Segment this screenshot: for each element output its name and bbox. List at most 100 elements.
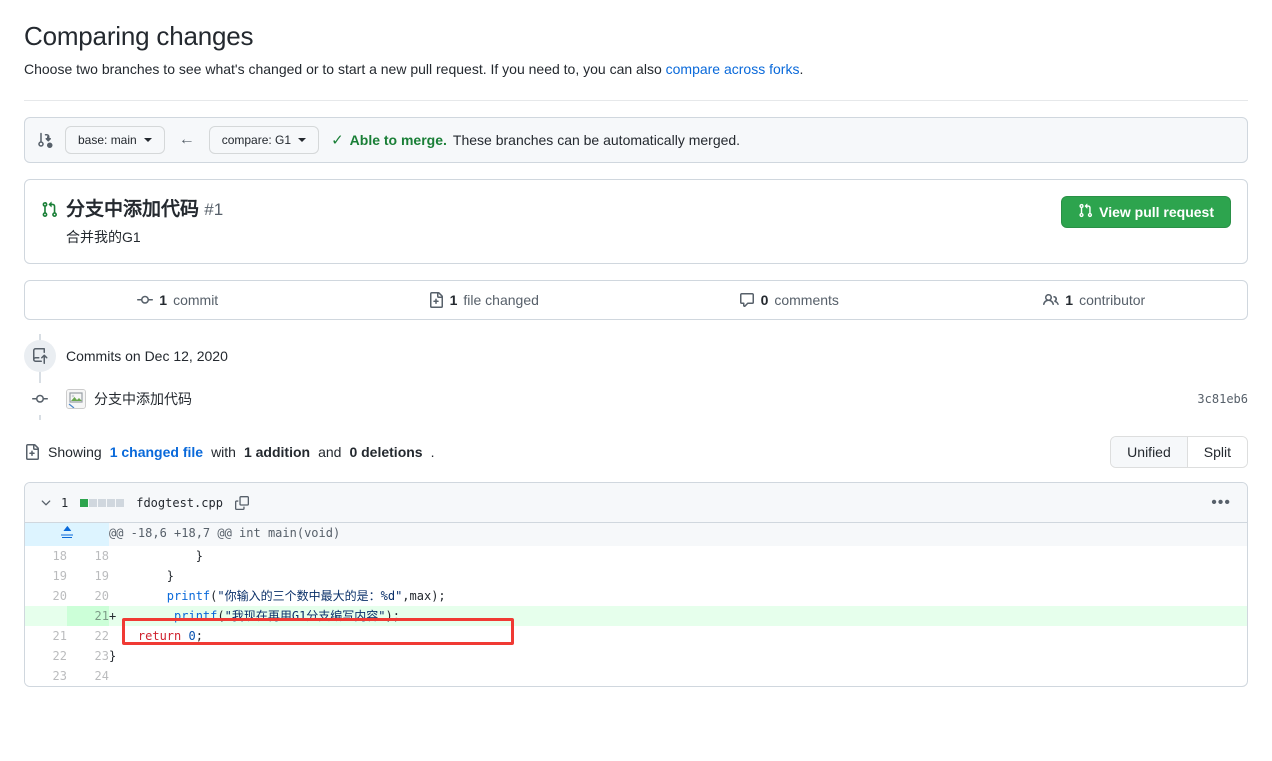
line-number-old[interactable]: 19 <box>25 566 67 587</box>
line-number-old[interactable]: 18 <box>25 546 67 567</box>
merge-status-text: These branches can be automatically merg… <box>452 131 741 148</box>
compare-across-forks-link[interactable]: compare across forks <box>666 61 800 77</box>
commit-message-link[interactable]: 分支中添加代码 <box>94 389 192 409</box>
line-number-new[interactable]: 24 <box>67 666 109 687</box>
stat-contributors[interactable]: 1 contributor <box>942 292 1248 308</box>
diff-row: 18 18 } <box>25 546 1247 567</box>
compare-branch-label: compare: G1 <box>221 132 292 147</box>
git-pull-request-icon <box>41 201 58 223</box>
line-number-new[interactable]: 18 <box>67 546 109 567</box>
showing-and: and <box>318 444 342 461</box>
comparing-changes-page: Comparing changes Choose two branches to… <box>0 0 1272 761</box>
people-icon <box>1043 292 1060 308</box>
unified-view-button[interactable]: Unified <box>1111 437 1187 468</box>
stat-files-changed[interactable]: 1 file changed <box>331 292 637 309</box>
diff-body: @@ -18,6 +18,7 @@ int main(void) 18 18 }… <box>25 523 1247 687</box>
line-number-old[interactable] <box>25 606 67 627</box>
check-icon: ✓ <box>331 131 344 149</box>
line-number-old[interactable]: 20 <box>25 586 67 607</box>
commit-sha[interactable]: 3c81eb6 <box>1197 392 1248 406</box>
showing-deletions: 0 deletions <box>349 444 423 461</box>
merge-status-strong: Able to merge. <box>349 131 447 148</box>
base-branch-label: base: main <box>78 132 137 147</box>
branch-selection-bar: base: main ← compare: G1 ✓ Able to merge… <box>24 116 1248 163</box>
line-number-new[interactable]: 20 <box>67 586 109 607</box>
git-compare-icon <box>37 132 53 148</box>
compare-branch-button[interactable]: compare: G1 <box>208 125 320 154</box>
line-number-old[interactable]: 23 <box>25 666 67 687</box>
stat-contributors-count: 1 <box>1065 292 1074 309</box>
showing-summary: Showing 1 changed file with 1 addition a… <box>24 444 435 461</box>
commit-icon <box>137 292 154 308</box>
line-number-new[interactable]: 19 <box>67 566 109 587</box>
diff-hunk-header: @@ -18,6 +18,7 @@ int main(void) <box>109 523 1247 547</box>
stat-files-count: 1 <box>449 292 458 309</box>
copy-icon[interactable] <box>234 495 249 510</box>
diff-line-code: return 0; <box>137 629 203 644</box>
diff-table: @@ -18,6 +18,7 @@ int main(void) 18 18 }… <box>25 523 1247 687</box>
merge-status: ✓ Able to merge. These branches can be a… <box>331 131 740 149</box>
chevron-down-icon <box>298 137 307 142</box>
diff-row: 19 19 } <box>25 566 1247 587</box>
chevron-down-icon[interactable] <box>39 496 53 510</box>
chevron-down-icon <box>143 137 152 142</box>
commits-timeline: Commits on Dec 12, 2020 分支中添加代码 3c81eb6 <box>24 334 1248 421</box>
changed-file-link[interactable]: 1 changed file <box>110 444 203 460</box>
stat-commits-count: 1 <box>159 292 168 309</box>
comment-icon <box>739 292 755 308</box>
subtitle-text-post: . <box>799 60 804 77</box>
diff-line-code: } <box>109 649 117 664</box>
diff-line-code <box>109 666 1247 686</box>
file-name[interactable]: fdogtest.cpp <box>136 496 223 510</box>
file-header: 1 fdogtest.cpp ••• <box>25 483 1247 524</box>
stat-comments[interactable]: 0 comments <box>636 292 942 308</box>
page-subtitle: Choose two branches to see what's change… <box>24 59 1248 80</box>
file-diff-icon <box>24 444 40 461</box>
diff-row: 23 24 <box>25 666 1247 687</box>
line-number-old[interactable]: 22 <box>25 646 67 667</box>
pull-request-title: 分支中添加代码 #1 <box>66 198 223 223</box>
showing-row: Showing 1 changed file with 1 addition a… <box>24 436 1248 469</box>
diff-container: 1 fdogtest.cpp ••• @@ -18,6 +18,7 @@ int… <box>24 482 1248 688</box>
stat-comments-label: comments <box>774 292 839 309</box>
diffstat-bar <box>80 498 125 507</box>
line-number-new[interactable]: 23 <box>67 646 109 667</box>
arrow-left-icon: ← <box>178 130 195 148</box>
commit-entry: 分支中添加代码 <box>66 389 192 410</box>
diff-row: 21 22 return 0; <box>25 626 1247 647</box>
stat-commits[interactable]: 1 commit <box>25 292 331 308</box>
pull-request-box: 分支中添加代码 #1 合并我的G1 View pull request <box>24 178 1248 265</box>
view-pull-request-button[interactable]: View pull request <box>1061 195 1231 228</box>
line-number-new[interactable]: 22 <box>67 626 109 647</box>
page-header: Comparing changes Choose two branches to… <box>0 0 1272 80</box>
stat-commits-label: commit <box>173 292 219 309</box>
commit-row: 分支中添加代码 3c81eb6 <box>24 378 1248 420</box>
line-number-new[interactable]: 21 <box>67 606 109 627</box>
pull-request-text: 分支中添加代码 #1 合并我的G1 <box>66 198 223 248</box>
showing-suffix: . <box>430 444 435 461</box>
commit-dot-icon <box>24 383 56 416</box>
diff-line-code: } <box>109 549 203 564</box>
page-title: Comparing changes <box>24 21 254 51</box>
line-number-old[interactable]: 21 <box>25 626 67 647</box>
file-diff-count: 1 <box>61 495 69 510</box>
commits-heading-row: Commits on Dec 12, 2020 <box>24 334 1248 378</box>
file-options-kebab-icon[interactable]: ••• <box>1211 494 1231 511</box>
commits-heading: Commits on Dec 12, 2020 <box>66 348 228 365</box>
view-pull-request-label: View pull request <box>1099 203 1214 220</box>
base-branch-button[interactable]: base: main <box>65 125 165 154</box>
expand-lines-button[interactable] <box>25 523 109 547</box>
diff-hunk-header-row: @@ -18,6 +18,7 @@ int main(void) <box>25 523 1247 547</box>
repo-push-icon <box>24 340 56 373</box>
header-divider <box>24 99 1248 101</box>
diff-line-code: printf("你输入的三个数中最大的是：%d",max); <box>166 589 446 604</box>
stat-files-label: file changed <box>463 292 539 309</box>
showing-additions: 1 addition <box>243 444 311 461</box>
file-diff-icon <box>428 292 444 309</box>
stat-comments-count: 0 <box>760 292 769 309</box>
showing-prefix: Showing <box>48 444 102 461</box>
avatar <box>66 389 86 410</box>
pull-request-info: 分支中添加代码 #1 合并我的G1 <box>41 196 223 248</box>
split-view-button[interactable]: Split <box>1186 437 1247 468</box>
diff-row: 22 23 } <box>25 646 1247 667</box>
